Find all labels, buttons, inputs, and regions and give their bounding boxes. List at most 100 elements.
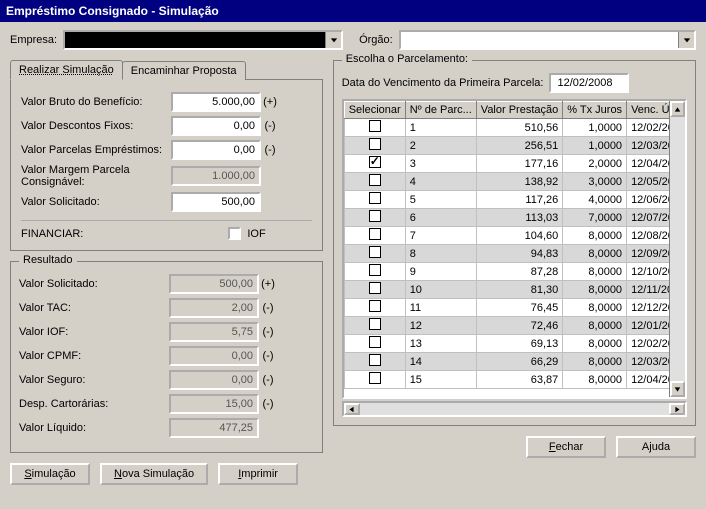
simulacao-button[interactable]: Simulação	[10, 463, 90, 485]
row-checkbox[interactable]	[369, 264, 381, 276]
input-data-venc[interactable]: 12/02/2008	[549, 73, 629, 93]
table-row[interactable]: 5117,264,000012/06/200	[344, 191, 684, 209]
label-financiar: FINANCIAR:	[21, 228, 83, 240]
cell-tx-juros: 8,0000	[563, 281, 627, 299]
empresa-combo[interactable]	[63, 30, 343, 50]
row-checkbox[interactable]	[369, 174, 381, 186]
cell-num-parcelas: 3	[405, 155, 476, 173]
row-checkbox[interactable]	[369, 354, 381, 366]
scroll-down-icon[interactable]	[670, 381, 685, 397]
cell-tx-juros: 3,0000	[563, 173, 627, 191]
input-valor-bruto[interactable]	[171, 92, 261, 112]
table-row[interactable]: 1466,298,000012/03/200	[344, 353, 684, 371]
table-row[interactable]: 1272,468,000012/01/200	[344, 317, 684, 335]
output-res-liquido	[169, 418, 259, 438]
cell-tx-juros: 1,0000	[563, 119, 627, 137]
cell-tx-juros: 8,0000	[563, 371, 627, 389]
label-iof: IOF	[247, 228, 265, 240]
col-selecionar[interactable]: Selecionar	[344, 102, 405, 119]
cell-valor-prestacao: 94,83	[476, 245, 562, 263]
cell-valor-prestacao: 66,29	[476, 353, 562, 371]
label-res-solicitado: Valor Solicitado:	[19, 278, 169, 290]
cell-num-parcelas: 8	[405, 245, 476, 263]
nova-simulacao-button[interactable]: Nova Simulação	[100, 463, 208, 485]
cell-valor-prestacao: 113,03	[476, 209, 562, 227]
tab-encaminhar-proposta[interactable]: Encaminhar Proposta	[122, 61, 246, 80]
table-row[interactable]: 2256,511,000012/03/200	[344, 137, 684, 155]
row-checkbox[interactable]	[369, 246, 381, 258]
cell-valor-prestacao: 104,60	[476, 227, 562, 245]
chevron-down-icon[interactable]	[325, 32, 341, 48]
row-checkbox[interactable]	[369, 156, 381, 168]
cell-num-parcelas: 9	[405, 263, 476, 281]
row-checkbox[interactable]	[369, 120, 381, 132]
table-row[interactable]: 4138,923,000012/05/200	[344, 173, 684, 191]
scroll-up-icon[interactable]	[670, 101, 685, 117]
cell-valor-prestacao: 177,16	[476, 155, 562, 173]
imprimir-button[interactable]: Imprimir	[218, 463, 298, 485]
row-checkbox[interactable]	[369, 192, 381, 204]
cell-tx-juros: 8,0000	[563, 335, 627, 353]
table-row[interactable]: 894,838,000012/09/200	[344, 245, 684, 263]
cell-tx-juros: 8,0000	[563, 263, 627, 281]
row-checkbox[interactable]	[369, 300, 381, 312]
row-checkbox[interactable]	[369, 372, 381, 384]
table-row[interactable]: 1081,308,000012/11/200	[344, 281, 684, 299]
vertical-scrollbar[interactable]	[669, 101, 685, 397]
row-checkbox[interactable]	[369, 282, 381, 294]
input-parcelas-emprestimos[interactable]	[171, 140, 261, 160]
cell-valor-prestacao: 138,92	[476, 173, 562, 191]
orgao-combo[interactable]	[399, 30, 696, 50]
cell-num-parcelas: 15	[405, 371, 476, 389]
fechar-button[interactable]: Fechar	[526, 436, 606, 458]
window-title: Empréstimo Consignado - Simulação	[0, 0, 706, 22]
horizontal-scrollbar[interactable]	[342, 401, 687, 417]
label-res-iof: Valor IOF:	[19, 326, 169, 338]
table-row[interactable]: 6113,037,000012/07/200	[344, 209, 684, 227]
parcelamento-table[interactable]: Selecionar Nº de Parc... Valor Prestação…	[342, 99, 687, 399]
cell-valor-prestacao: 510,56	[476, 119, 562, 137]
cell-tx-juros: 8,0000	[563, 353, 627, 371]
cell-tx-juros: 8,0000	[563, 299, 627, 317]
table-row[interactable]: 1176,458,000012/12/200	[344, 299, 684, 317]
table-row[interactable]: 3177,162,000012/04/200	[344, 155, 684, 173]
row-checkbox[interactable]	[369, 210, 381, 222]
cell-num-parcelas: 14	[405, 353, 476, 371]
table-row[interactable]: 1563,878,000012/04/200	[344, 371, 684, 389]
sign-minus: (-)	[261, 120, 279, 132]
label-valor-bruto: Valor Bruto do Benefício:	[21, 96, 171, 108]
group-parcelamento-title: Escolha o Parcelamento:	[342, 53, 472, 65]
cell-num-parcelas: 13	[405, 335, 476, 353]
cell-num-parcelas: 2	[405, 137, 476, 155]
row-checkbox[interactable]	[369, 336, 381, 348]
output-res-tac	[169, 298, 259, 318]
label-res-desp: Desp. Cartorárias:	[19, 398, 169, 410]
row-checkbox[interactable]	[369, 318, 381, 330]
label-res-liquido: Valor Líquido:	[19, 422, 169, 434]
row-checkbox[interactable]	[369, 138, 381, 150]
col-valor-prestacao[interactable]: Valor Prestação	[476, 102, 562, 119]
ajuda-button[interactable]: Ajuda	[616, 436, 696, 458]
cell-tx-juros: 7,0000	[563, 209, 627, 227]
tab-realizar-simulacao[interactable]: Realizar Simulação	[10, 60, 123, 80]
input-valor-solicitado[interactable]	[171, 192, 261, 212]
table-row[interactable]: 987,288,000012/10/200	[344, 263, 684, 281]
sign-minus: (-)	[261, 144, 279, 156]
col-num-parcelas[interactable]: Nº de Parc...	[405, 102, 476, 119]
col-tx-juros[interactable]: % Tx Juros	[563, 102, 627, 119]
scroll-left-icon[interactable]	[344, 403, 360, 415]
input-descontos-fixos[interactable]	[171, 116, 261, 136]
scroll-right-icon[interactable]	[669, 403, 685, 415]
table-row[interactable]: 1510,561,000012/02/200	[344, 119, 684, 137]
chevron-down-icon[interactable]	[678, 32, 694, 48]
row-checkbox[interactable]	[369, 228, 381, 240]
cell-num-parcelas: 10	[405, 281, 476, 299]
label-valor-solicitado: Valor Solicitado:	[21, 196, 171, 208]
cell-num-parcelas: 1	[405, 119, 476, 137]
table-row[interactable]: 1369,138,000012/02/200	[344, 335, 684, 353]
cell-num-parcelas: 7	[405, 227, 476, 245]
label-res-tac: Valor TAC:	[19, 302, 169, 314]
input-margem-parcela	[171, 166, 261, 186]
checkbox-iof[interactable]	[228, 227, 241, 240]
table-row[interactable]: 7104,608,000012/08/200	[344, 227, 684, 245]
